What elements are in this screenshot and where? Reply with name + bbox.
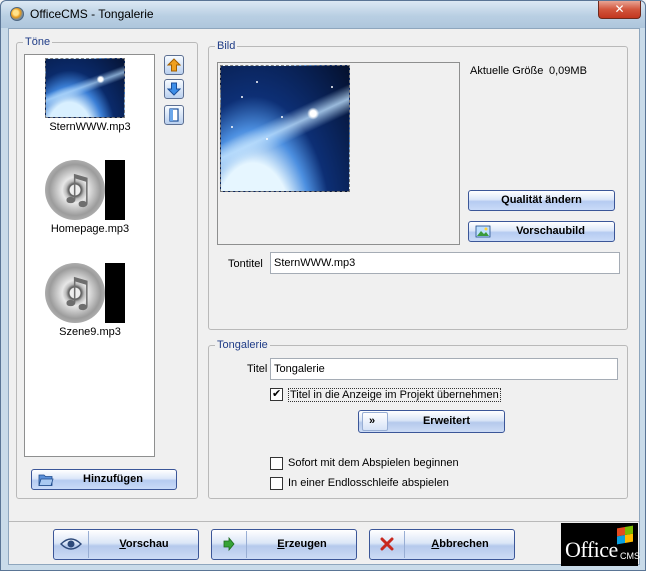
size-label: Aktuelle Größe	[470, 65, 544, 77]
loop-label[interactable]: In einer Endlosschleife abspielen	[288, 477, 449, 489]
preview-button-label: Vorschau	[119, 538, 169, 550]
folder-open-icon	[38, 474, 54, 486]
tongalerie-group-legend: Tongalerie	[217, 339, 268, 351]
picture-icon	[475, 225, 491, 238]
change-quality-button[interactable]: Qualität ändern	[468, 190, 615, 211]
sound-thumbnail	[45, 58, 125, 118]
size-value: 0,09MB	[549, 65, 587, 77]
arrow-down-icon	[167, 82, 181, 96]
list-item[interactable]: ♫ Homepage.mp3	[35, 157, 145, 247]
autoplay-checkbox[interactable]	[270, 457, 283, 470]
title-bar[interactable]: OfficeCMS - Tongalerie	[1, 1, 645, 28]
tontitel-label: Tontitel	[228, 258, 263, 270]
cancel-x-icon	[371, 531, 405, 558]
loop-checkbox[interactable]	[270, 477, 283, 490]
list-item[interactable]: ♫ Szene9.mp3	[35, 260, 145, 350]
properties-button[interactable]	[164, 105, 184, 125]
bild-group-legend: Bild	[217, 40, 236, 52]
close-button[interactable]: ✕	[598, 1, 641, 19]
titel-label: Titel	[247, 363, 268, 375]
advanced-button[interactable]: » Erweitert	[358, 410, 505, 433]
officecms-logo: Office CMS	[561, 523, 640, 566]
music-cd-icon: ♫	[45, 263, 125, 323]
document-icon	[169, 108, 179, 122]
logo-sub: CMS	[620, 551, 640, 561]
thumbnail-button-label: Vorschaubild	[516, 225, 585, 237]
app-window: OfficeCMS - Tongalerie ✕ Töne SternWWW.m…	[0, 0, 646, 571]
toene-group-legend: Töne	[25, 36, 51, 48]
window-title: OfficeCMS - Tongalerie	[30, 7, 154, 21]
list-item-label: Szene9.mp3	[59, 326, 121, 338]
close-icon: ✕	[614, 2, 625, 16]
sound-list[interactable]: SternWWW.mp3 ♫ Homepage.mp3 ♫ Szene9.mp3	[24, 54, 155, 457]
footer-divider	[9, 521, 639, 522]
add-sound-button[interactable]: Hinzufügen	[31, 469, 177, 490]
windows-flag-icon	[617, 525, 633, 545]
autoplay-label[interactable]: Sofort mit dem Abspielen beginnen	[288, 457, 459, 469]
generate-button-label: Erzeugen	[277, 538, 327, 550]
thumbnail-button[interactable]: Vorschaubild	[468, 221, 615, 242]
image-preview	[220, 65, 350, 192]
eye-icon	[55, 531, 89, 558]
arrow-up-icon	[167, 58, 181, 72]
generate-button[interactable]: Erzeugen	[211, 529, 357, 560]
music-cd-icon: ♫	[45, 160, 125, 220]
tontitel-input[interactable]: SternWWW.mp3	[270, 252, 620, 274]
move-up-button[interactable]	[164, 55, 184, 75]
logo-word: Office	[565, 537, 618, 562]
arrow-right-icon	[213, 531, 247, 558]
move-down-button[interactable]	[164, 79, 184, 99]
list-item[interactable]: SternWWW.mp3	[35, 55, 145, 145]
image-preview-frame	[217, 62, 460, 245]
preview-button[interactable]: Vorschau	[53, 529, 199, 560]
list-item-label: Homepage.mp3	[50, 223, 130, 235]
list-item-label: SternWWW.mp3	[49, 121, 131, 133]
app-icon	[10, 7, 24, 21]
cancel-button[interactable]: Abbrechen	[369, 529, 515, 560]
double-chevron-icon: »	[362, 412, 388, 431]
advanced-button-label: Erweitert	[422, 415, 471, 427]
titel-input[interactable]: Tongalerie	[270, 358, 618, 380]
add-sound-button-label: Hinzufügen	[83, 473, 143, 485]
cancel-button-label: Abbrechen	[431, 538, 489, 550]
take-title-checkbox[interactable]	[270, 387, 283, 401]
change-quality-button-label: Qualität ändern	[501, 194, 582, 206]
take-title-label[interactable]: Titel in die Anzeige im Projekt übernehm…	[288, 388, 501, 402]
